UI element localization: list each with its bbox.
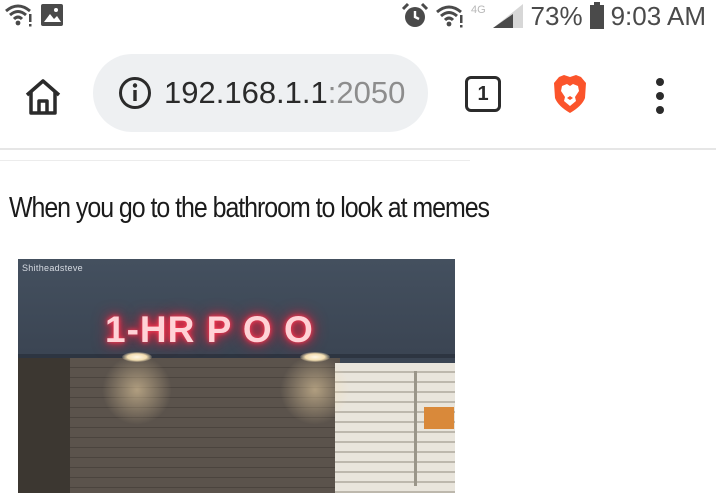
status-time: 9:03 AM bbox=[610, 1, 706, 31]
neon-sign: 1-HR P O O bbox=[105, 309, 314, 350]
image-icon bbox=[41, 4, 63, 26]
light-right bbox=[300, 352, 330, 362]
building-wall-left bbox=[18, 358, 70, 493]
info-icon[interactable] bbox=[118, 76, 152, 110]
brave-lion-icon[interactable] bbox=[552, 74, 588, 114]
image-watermark: Shitheadsteve bbox=[22, 263, 83, 273]
status-left bbox=[4, 3, 64, 27]
tab-switcher-button[interactable]: 1 bbox=[465, 76, 501, 112]
wifi-icon bbox=[5, 4, 32, 27]
divider bbox=[0, 160, 470, 161]
meme-image[interactable]: Shitheadsteve 1-HR P O O bbox=[18, 259, 455, 493]
meme-caption: When you go to the bathroom to look at m… bbox=[9, 192, 490, 224]
alarm-icon bbox=[401, 2, 428, 27]
battery-icon bbox=[589, 2, 604, 29]
light-glow-left bbox=[102, 355, 172, 425]
window-sign bbox=[424, 407, 454, 429]
network-type-label: 4G bbox=[471, 4, 486, 16]
url-text[interactable]: 192.168.1.1:2050 bbox=[164, 73, 405, 113]
store-window bbox=[335, 363, 455, 493]
status-right: 4G 73% 9:03 AM bbox=[401, 1, 706, 31]
light-glow-right bbox=[280, 355, 350, 425]
home-icon[interactable] bbox=[22, 76, 64, 118]
battery-percent: 73% bbox=[530, 1, 583, 31]
light-left bbox=[122, 352, 152, 362]
url-port: :2050 bbox=[327, 75, 406, 110]
window-pane bbox=[339, 371, 417, 486]
url-host: 192.168.1.1 bbox=[164, 75, 328, 110]
status-bar: 4G 73% 9:03 AM bbox=[0, 0, 716, 32]
more-vert-icon[interactable] bbox=[648, 76, 672, 116]
browser-toolbar: 192.168.1.1:2050 1 bbox=[0, 32, 716, 150]
address-bar[interactable]: 192.168.1.1:2050 bbox=[93, 54, 428, 132]
wifi-icon bbox=[435, 5, 463, 28]
signal-icon: 4G bbox=[471, 4, 523, 28]
page-content: When you go to the bathroom to look at m… bbox=[0, 150, 716, 493]
